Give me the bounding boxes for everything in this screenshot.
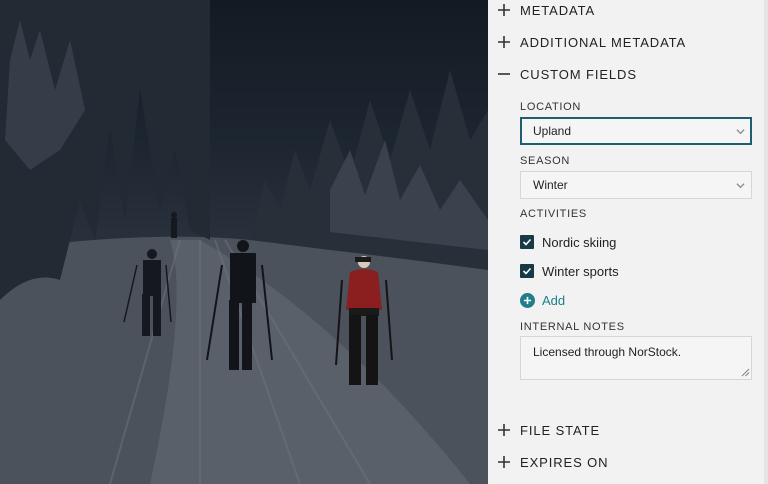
activity-checkbox-row[interactable]: Winter sports	[520, 262, 619, 280]
section-title: CUSTOM FIELDS	[520, 66, 637, 82]
plus-icon[interactable]	[488, 4, 520, 16]
location-select[interactable]: Upland	[520, 117, 752, 145]
add-activity-button[interactable]: Add	[520, 291, 565, 309]
section-expires-on[interactable]: EXPIRES ON	[488, 450, 758, 474]
image-preview	[0, 0, 488, 484]
internal-notes-label: INTERNAL NOTES	[520, 321, 625, 333]
activity-checkbox-row[interactable]: Nordic skiing	[520, 233, 616, 251]
section-file-state[interactable]: FILE STATE	[488, 418, 758, 442]
section-custom-fields[interactable]: CUSTOM FIELDS	[488, 62, 758, 86]
section-additional-metadata[interactable]: ADDITIONAL METADATA	[488, 30, 758, 54]
resize-grip-icon[interactable]	[741, 368, 750, 377]
add-label: Add	[542, 292, 566, 308]
activities-label: ACTIVITIES	[520, 208, 587, 220]
activity-label: Nordic skiing	[542, 234, 617, 250]
metadata-panel: METADATA ADDITIONAL METADATA CUSTOM FIEL…	[488, 0, 768, 484]
panel-scrollbar[interactable]	[764, 0, 768, 484]
chevron-down-icon	[736, 129, 745, 135]
checkmark-icon	[522, 238, 532, 246]
location-value: Upland	[533, 124, 572, 138]
season-select[interactable]: Winter	[520, 171, 752, 199]
plus-icon[interactable]	[488, 456, 520, 468]
chevron-down-icon	[736, 183, 745, 189]
checkbox[interactable]	[520, 264, 534, 278]
location-label: LOCATION	[520, 101, 582, 113]
section-title: ADDITIONAL METADATA	[520, 34, 687, 50]
section-title: EXPIRES ON	[520, 454, 609, 470]
checkbox[interactable]	[520, 235, 534, 249]
internal-notes-textarea[interactable]: Licensed through NorStock.	[520, 336, 752, 380]
activity-label: Winter sports	[542, 263, 619, 279]
section-title: METADATA	[520, 2, 596, 18]
season-label: SEASON	[520, 155, 571, 167]
season-value: Winter	[533, 178, 568, 192]
section-title: FILE STATE	[520, 422, 601, 438]
minus-icon[interactable]	[488, 68, 520, 80]
skiers-photo	[0, 0, 488, 484]
plus-circle-icon	[520, 292, 535, 308]
plus-icon[interactable]	[488, 424, 520, 436]
section-metadata[interactable]: METADATA	[488, 0, 758, 22]
plus-icon[interactable]	[488, 36, 520, 48]
checkmark-icon	[522, 267, 532, 275]
